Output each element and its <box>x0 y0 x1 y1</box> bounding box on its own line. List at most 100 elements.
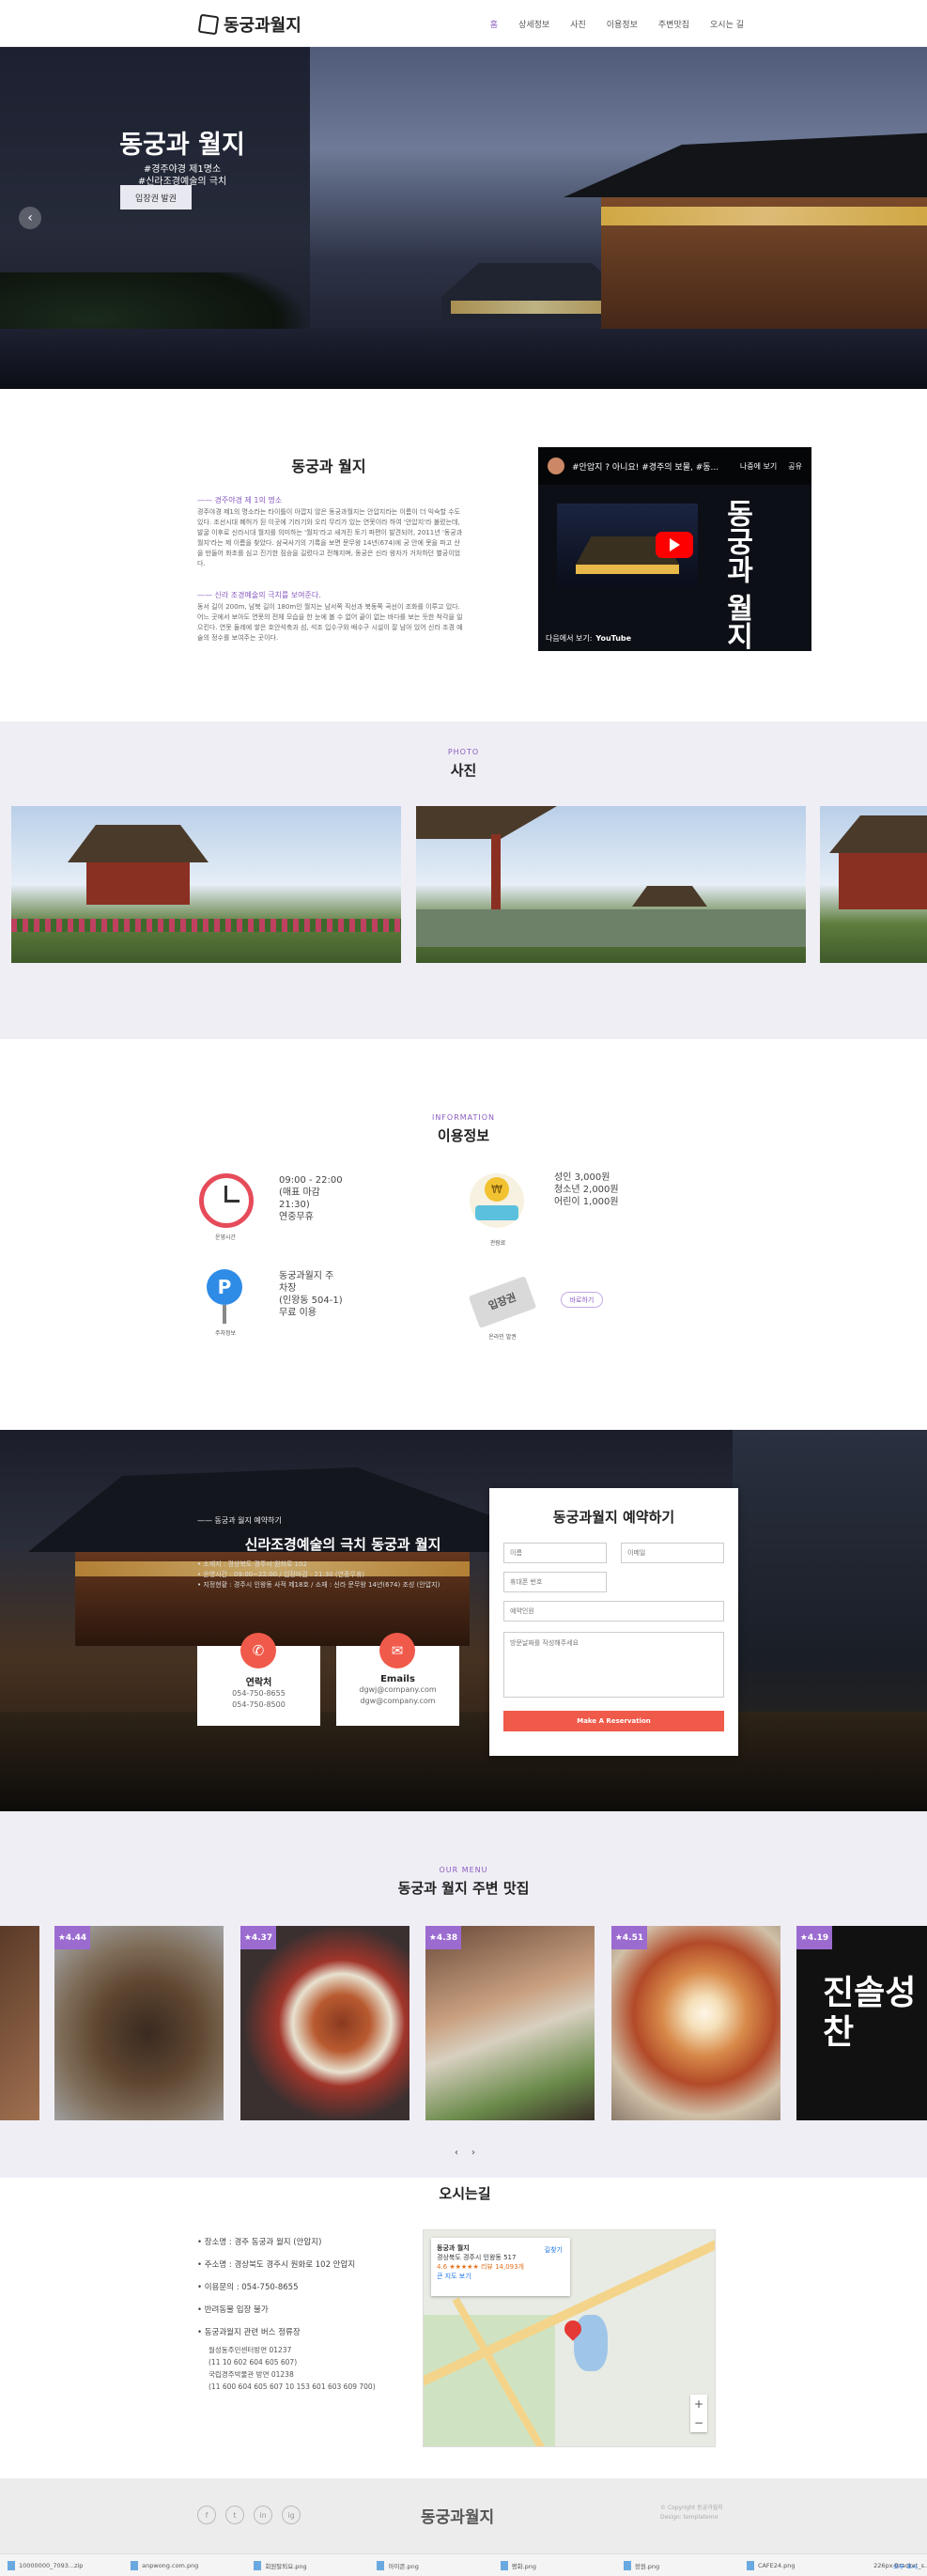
instagram-icon[interactable]: ig <box>282 2506 301 2524</box>
nav-restaurants[interactable]: 주변맛집 <box>658 18 689 30</box>
download-item[interactable]: 회원탈퇴요.png <box>254 2560 360 2570</box>
people-input[interactable]: 예약인원 <box>503 1601 724 1622</box>
dish-card-2[interactable]: ★4.37 <box>240 1926 409 2120</box>
ticket-icon: 입장권 <box>468 1276 537 1328</box>
linkedin-icon[interactable]: in <box>254 2506 272 2524</box>
map-embed[interactable]: 동궁과 월지 경상북도 경주시 인왕동 517 4.6 ★★★★★ 리뷰 14,… <box>423 2229 716 2447</box>
map-larger-link[interactable]: 큰 지도 보기 <box>437 2272 564 2281</box>
hours-text: 09:00 - 22:00 (매표 마감 21:30) 연중무휴 <box>279 1174 343 1223</box>
fee-line-3: 어린이 1,000원 <box>554 1197 619 1207</box>
contact-phone-1[interactable]: 054-750-8655 <box>197 1688 320 1699</box>
dish-card-3[interactable]: ★4.38 <box>425 1926 595 2120</box>
watch-on-label: 다음에서 보기: <box>546 634 593 643</box>
email-address-2[interactable]: dgw@company.com <box>336 1696 459 1707</box>
dish-card-1[interactable]: ★4.44 <box>54 1926 224 2120</box>
prev-slide-icon[interactable]: ‹ <box>19 207 41 229</box>
map-park-area <box>424 2315 555 2446</box>
twitter-icon[interactable]: t <box>225 2506 244 2524</box>
dish-rating-1: ★4.44 <box>54 1926 90 1949</box>
dish-card-5[interactable]: ★4.19 진솔성찬 <box>796 1926 927 2120</box>
contact-card: ✆ 연락처 054-750-8655 054-750-8500 <box>197 1633 320 1726</box>
location-item-2: • 주소명 : 경상북도 경주시 원화로 102 안압지 <box>197 2260 356 2270</box>
hero-title: 동궁과 월지 <box>119 131 245 160</box>
parking-icon: P <box>207 1269 242 1305</box>
hours-line-1: 09:00 - 22:00 <box>279 1175 343 1186</box>
download-item[interactable]: CAFE24.png <box>746 2560 853 2570</box>
footer-logo[interactable]: 동궁과월지 <box>421 2504 494 2527</box>
fee-label: 관람료 <box>489 1240 506 1247</box>
email-title: Emails <box>380 1674 415 1684</box>
video-embed[interactable]: 동궁과 월지 #안압지 ? 아니요! #경주의 보물, #동... 나중에 보기… <box>538 447 811 651</box>
watch-on-youtube[interactable]: 다음에서 보기: YouTube <box>546 633 631 644</box>
nav-directions[interactable]: 오시는 길 <box>710 18 744 30</box>
download-item[interactable]: 10000000_7093...zip <box>8 2560 114 2570</box>
show-all-downloads[interactable]: 모두 표시 <box>893 2561 918 2570</box>
nav-home[interactable]: 홈 <box>490 18 498 30</box>
email-input[interactable]: 이메일 <box>621 1543 724 1563</box>
youtube-logo: YouTube <box>595 634 632 643</box>
dish-card-4[interactable]: ★4.51 <box>611 1926 780 2120</box>
menu-prev-icon[interactable]: ‹ <box>455 2148 458 2158</box>
page: 동궁과월지 홈 상세정보 사진 이용정보 주변맛집 오시는 길 ‹ 동궁과 월지… <box>0 0 927 2576</box>
location-list: • 장소명 : 경주 동궁과 월지 (안압지) • 주소명 : 경상북도 경주시… <box>197 2231 413 2393</box>
zoom-out-icon[interactable]: − <box>690 2413 707 2432</box>
hours-label: 운영시간 <box>214 1234 237 1241</box>
intro-section-2: —— 신라 조경예술의 극치를 보여준다. 동서 길이 200m, 남북 길이 … <box>197 590 465 644</box>
location-item-1: • 장소명 : 경주 동궁과 월지 (안압지) <box>197 2238 322 2247</box>
photo-2-water <box>416 909 806 947</box>
dish-partial-left[interactable] <box>0 1926 39 2120</box>
intro-section-1: —— 경주야경 제 1의 명소 경주야경 제1의 명소라는 타이틀이 아깝지 않… <box>197 495 465 569</box>
menu-title: 동궁과 월지 주변 맛집 <box>397 1880 530 1897</box>
nav-info[interactable]: 이용정보 <box>607 18 638 30</box>
photo-1-flowers <box>11 919 401 932</box>
phone-input[interactable]: 휴대폰 번호 <box>503 1572 607 1592</box>
map-zoom-controls: + − <box>690 2395 707 2432</box>
zoom-in-icon[interactable]: + <box>690 2395 707 2413</box>
reservation-line-2: • 운영시간 : 09:00~22:00 / 입장마감 : 21:30 (연중무… <box>197 1571 365 1578</box>
share-button[interactable]: 공유 <box>788 461 802 472</box>
play-icon[interactable] <box>656 532 693 558</box>
copyright-line-2: Design: templatemo <box>660 2514 718 2521</box>
map-directions-link[interactable]: 길찾기 <box>545 2245 563 2255</box>
logo-mark-icon <box>197 13 220 36</box>
reservation-bg-water <box>0 1712 927 1811</box>
parking-line-3: (인왕동 504-1) <box>279 1296 343 1306</box>
nav-details[interactable]: 상세정보 <box>518 18 549 30</box>
file-icon <box>254 2560 262 2570</box>
nav-photos[interactable]: 사진 <box>570 18 586 30</box>
reservation-line-3: • 지정현황 : 경주시 인왕동 사적 제18호 / 소재 : 신라 문무왕 1… <box>197 1581 440 1589</box>
bus-stop-1: 월성동주민센터방면 01237 <box>209 2346 292 2354</box>
photo-1[interactable] <box>11 806 401 963</box>
photo-3[interactable] <box>820 806 927 963</box>
ticket-button[interactable]: 입장권 발권 <box>120 185 192 209</box>
photo-2[interactable] <box>416 806 806 963</box>
bus-routes-1: (11 10 602 604 605 607) <box>209 2358 298 2367</box>
map-place-card: 동궁과 월지 경상북도 경주시 인왕동 517 4.6 ★★★★★ 리뷰 14,… <box>431 2238 570 2296</box>
download-item[interactable]: 아이콘.png <box>377 2560 483 2570</box>
site-logo[interactable]: 동궁과월지 <box>197 12 301 37</box>
location-item-3: • 이용문의 : 054-750-8655 <box>197 2283 299 2292</box>
menu-kicker: OUR MENU <box>439 1866 488 1874</box>
channel-avatar[interactable] <box>548 458 564 474</box>
menu-next-icon[interactable]: › <box>471 2148 475 2158</box>
video-caption[interactable]: #안압지 ? 아니요! #경주의 보물, #동... <box>572 460 733 473</box>
clock-icon <box>199 1173 254 1228</box>
email-address-1[interactable]: dgwj@company.com <box>336 1684 459 1696</box>
download-item[interactable]: anpwong.com.png <box>131 2560 237 2570</box>
online-ticket-button[interactable]: 바로하기 <box>561 1292 603 1308</box>
downloads-bar: 10000000_7093...zip anpwong.com.png 회원탈퇴… <box>0 2553 927 2576</box>
intro-lead-1: —— 경주야경 제 1의 명소 <box>197 496 283 504</box>
watch-later-button[interactable]: 나중에 보기 <box>740 461 777 472</box>
facebook-icon[interactable]: f <box>197 2506 216 2524</box>
fee-text: 성인 3,000원 청소년 2,000원 어린이 1,000원 <box>554 1172 619 1208</box>
contact-phone-2[interactable]: 054-750-8500 <box>197 1699 320 1711</box>
intro-text-2: 동서 길이 200m, 남북 길이 180m인 월지는 남서쪽 직선과 북동쪽 … <box>197 603 463 642</box>
download-item[interactable]: 정원.png <box>623 2560 730 2570</box>
reservation-submit-button[interactable]: Make A Reservation <box>503 1711 724 1731</box>
name-input[interactable]: 이름 <box>503 1543 607 1563</box>
photo-1-bg <box>11 806 401 963</box>
download-item-name: 정원.png <box>634 2562 660 2570</box>
message-textarea[interactable]: 방문날짜를 작성해주세요 <box>503 1632 724 1698</box>
download-item[interactable]: 평화.png <box>500 2560 607 2570</box>
parking-line-4: 무료 이용 <box>279 1308 317 1318</box>
